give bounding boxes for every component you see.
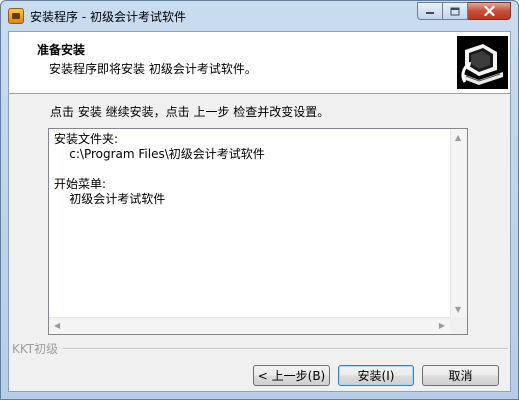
instruction-text: 点击 安装 继续安装，点击 上一步 检查并改变设置。 <box>50 105 330 119</box>
scroll-down-icon[interactable]: ▼ <box>455 306 461 314</box>
close-button[interactable] <box>468 2 511 20</box>
maximize-button[interactable] <box>443 2 468 20</box>
scroll-right-icon[interactable]: ▶ <box>439 322 445 330</box>
memo-content: 安装文件夹: c:\Program Files\初级会计考试软件 开始菜单: 初… <box>54 132 265 207</box>
wizard-header: 准备安装 安装程序即将安装 初级会计考试软件。 <box>9 32 510 94</box>
horizontal-scrollbar[interactable]: ◀ ▶ <box>49 317 450 334</box>
installer-window: 安装程序 - 初级会计考试软件 准备安装 安装程序即将安装 初级会计考试软件。 … <box>0 0 519 400</box>
minimize-button[interactable] <box>417 2 443 20</box>
scroll-up-icon[interactable]: ▲ <box>455 134 461 142</box>
install-button[interactable]: 安装(I) <box>338 365 414 386</box>
footer-divider <box>63 348 508 350</box>
back-button[interactable]: < 上一步(B) <box>253 365 330 386</box>
window-title: 安装程序 - 初级会计考试软件 <box>30 10 186 24</box>
close-icon <box>483 6 495 16</box>
vertical-scrollbar[interactable]: ▲ ▼ <box>450 129 467 318</box>
minimize-icon <box>426 12 434 14</box>
computer-install-icon <box>457 36 508 89</box>
memo-line: c:\Program Files\初级会计考试软件 <box>54 147 265 161</box>
installer-box-icon <box>8 8 24 24</box>
memo-line: 安装文件夹: <box>54 132 119 146</box>
page-subtitle: 安装程序即将安装 初级会计考试软件。 <box>49 62 257 76</box>
cancel-button[interactable]: 取消 <box>422 365 499 386</box>
install-summary-memo[interactable]: 安装文件夹: c:\Program Files\初级会计考试软件 开始菜单: 初… <box>48 128 468 335</box>
brand-label: KKT初级 <box>12 342 59 356</box>
scroll-left-icon[interactable]: ◀ <box>54 322 60 330</box>
page-title: 准备安装 <box>37 43 86 57</box>
memo-line: 初级会计考试软件 <box>54 192 166 206</box>
memo-line: 开始菜单: <box>54 177 107 191</box>
scroll-corner <box>450 317 467 334</box>
memo-line <box>54 162 265 177</box>
wizard-client-area: 准备安装 安装程序即将安装 初级会计考试软件。 点击 安装 继续安装，点击 上一… <box>8 31 511 392</box>
window-controls <box>417 2 511 21</box>
maximize-icon <box>450 7 460 15</box>
title-bar[interactable]: 安装程序 - 初级会计考试软件 <box>1 1 518 31</box>
